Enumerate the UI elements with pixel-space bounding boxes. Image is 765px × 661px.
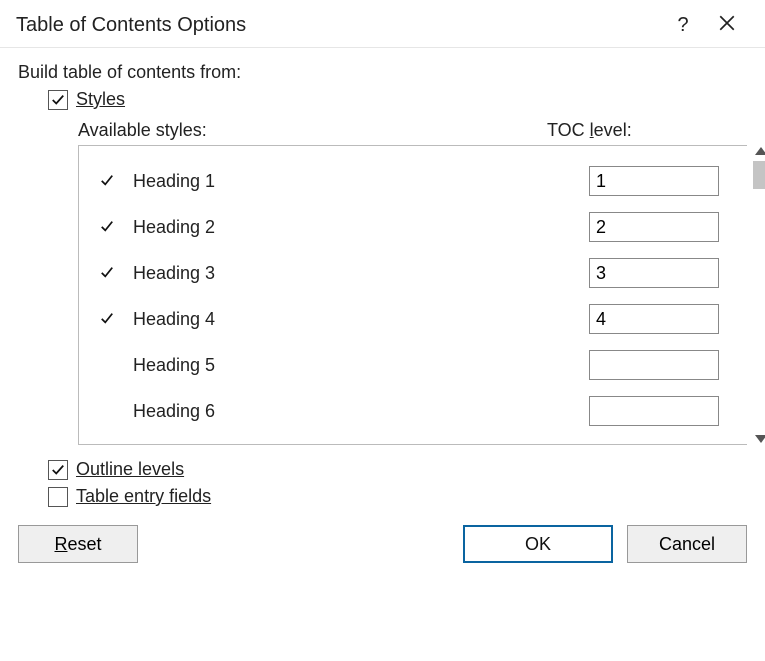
scroll-up-icon[interactable] <box>755 147 765 155</box>
toc-level-cell <box>589 304 739 334</box>
style-checkmark <box>87 171 127 192</box>
styles-list-wrap: Heading 1 Heading 2 Heading 3 Heading 4 Head… <box>78 145 747 445</box>
style-checkmark <box>87 217 127 238</box>
style-name: Heading 6 <box>127 401 589 422</box>
style-row: Heading 3 <box>87 250 739 296</box>
style-name: Heading 2 <box>127 217 589 238</box>
scrollbar[interactable] <box>751 145 765 445</box>
style-name: Heading 4 <box>127 309 589 330</box>
toc-level-cell <box>589 166 739 196</box>
styles-checkbox[interactable] <box>48 90 68 110</box>
cancel-button[interactable]: Cancel <box>627 525 747 563</box>
available-styles-header: Available styles: <box>78 120 547 141</box>
reset-button[interactable]: Reset <box>18 525 138 563</box>
dialog-title: Table of Contents Options <box>16 14 661 37</box>
toc-level-cell <box>589 350 739 380</box>
column-headers: Available styles: TOC level: <box>78 120 747 141</box>
style-row: Heading 2 <box>87 204 739 250</box>
toc-level-input[interactable] <box>589 166 719 196</box>
style-row: Heading 5 <box>87 342 739 388</box>
style-name: Heading 1 <box>127 171 589 192</box>
check-icon <box>51 93 65 107</box>
outline-levels-row: Outline levels <box>48 459 747 480</box>
title-bar: Table of Contents Options ? <box>0 0 765 48</box>
styles-checkbox-row: Styles <box>48 89 747 110</box>
styles-checkbox-label: Styles <box>76 89 125 110</box>
close-icon <box>718 15 736 37</box>
button-bar: Reset OK Cancel <box>0 515 765 581</box>
toc-level-cell <box>589 258 739 288</box>
scroll-thumb[interactable] <box>753 161 765 189</box>
close-button[interactable] <box>705 14 749 38</box>
table-entry-fields-row: Table entry fields <box>48 486 747 507</box>
dialog-content: Build table of contents from: Styles Ava… <box>0 48 765 515</box>
toc-level-input[interactable] <box>589 212 719 242</box>
help-button[interactable]: ? <box>661 14 705 37</box>
toc-level-input[interactable] <box>589 396 719 426</box>
toc-level-input[interactable] <box>589 304 719 334</box>
style-row: Heading 6 <box>87 388 739 434</box>
style-name: Heading 5 <box>127 355 589 376</box>
check-icon <box>100 263 114 283</box>
style-row: Heading 1 <box>87 158 739 204</box>
toc-level-header: TOC level: <box>547 120 747 141</box>
instruction-text: Build table of contents from: <box>18 62 747 83</box>
check-icon <box>100 171 114 191</box>
table-entry-fields-checkbox[interactable] <box>48 487 68 507</box>
table-entry-fields-label: Table entry fields <box>76 486 211 507</box>
toc-level-input[interactable] <box>589 350 719 380</box>
style-row: Heading 4 <box>87 296 739 342</box>
ok-button[interactable]: OK <box>463 525 613 563</box>
check-icon <box>51 463 65 477</box>
toc-level-cell <box>589 396 739 426</box>
toc-level-cell <box>589 212 739 242</box>
check-icon <box>100 309 114 329</box>
toc-level-input[interactable] <box>589 258 719 288</box>
check-icon <box>100 217 114 237</box>
outline-levels-label: Outline levels <box>76 459 184 480</box>
style-checkmark <box>87 309 127 330</box>
style-checkmark <box>87 263 127 284</box>
styles-list: Heading 1 Heading 2 Heading 3 Heading 4 Head… <box>78 145 747 445</box>
scroll-down-icon[interactable] <box>755 435 765 443</box>
style-name: Heading 3 <box>127 263 589 284</box>
outline-levels-checkbox[interactable] <box>48 460 68 480</box>
